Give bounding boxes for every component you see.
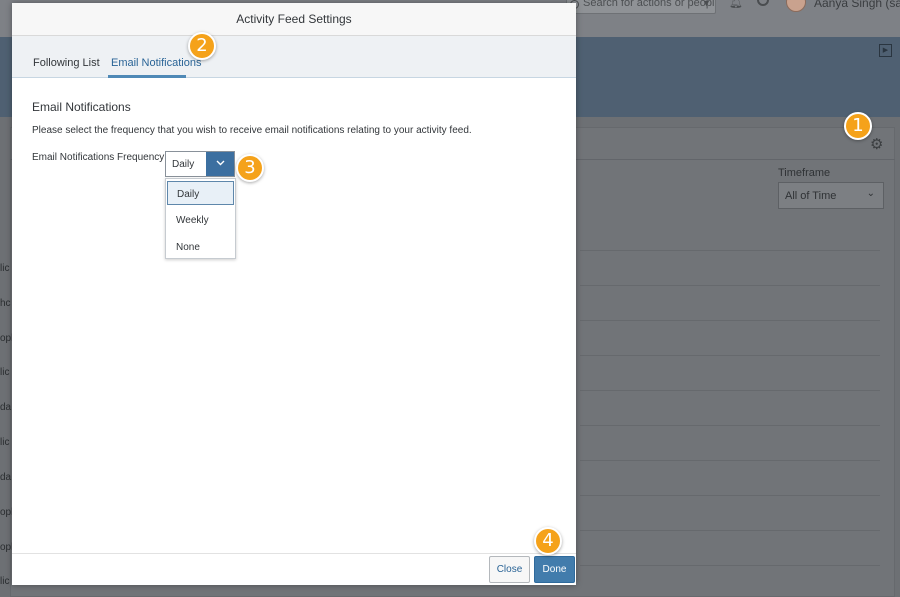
divider: [580, 495, 880, 496]
frequency-option-none[interactable]: None: [167, 235, 234, 259]
section-description: Please select the frequency that you wis…: [32, 125, 472, 136]
divider: [580, 460, 880, 461]
frequency-option-daily[interactable]: Daily: [167, 181, 234, 205]
chevron-down-icon: ⌄: [866, 188, 875, 199]
divider: [580, 320, 880, 321]
frequency-dropdown-list: Daily Weekly None: [165, 178, 236, 259]
tab-following-list[interactable]: Following List: [33, 57, 100, 69]
dialog-title: Activity Feed Settings: [12, 3, 576, 36]
step-marker-4: 4: [534, 527, 562, 555]
section-title: Email Notifications: [32, 100, 131, 114]
divider: [580, 390, 880, 391]
feed-row-fragment: hc: [0, 298, 11, 309]
frequency-option-weekly[interactable]: Weekly: [167, 208, 234, 232]
frequency-select-toggle[interactable]: [206, 152, 234, 176]
user-name[interactable]: Aanya Singh (sadmi: [814, 0, 900, 10]
feed-row-fragment: da: [0, 402, 12, 413]
step-marker-1: 1: [844, 112, 872, 140]
activity-feed-settings-dialog: Activity Feed Settings Following List Em…: [12, 3, 576, 585]
divider: [580, 565, 880, 566]
gear-icon[interactable]: ⚙: [870, 137, 886, 153]
divider: [580, 250, 880, 251]
step-marker-2: 2: [188, 32, 216, 60]
play-icon[interactable]: ▶: [879, 44, 892, 57]
global-search-input[interactable]: Search for actions or people: [566, 0, 716, 14]
done-button[interactable]: Done: [534, 556, 575, 583]
frequency-select[interactable]: Daily: [165, 151, 235, 177]
tab-bar: Following List Email Notifications: [12, 36, 576, 78]
tab-email-notifications[interactable]: Email Notifications: [111, 57, 201, 69]
chevron-down-icon[interactable]: ▼: [702, 0, 714, 10]
bell-icon[interactable]: 🔔︎: [729, 0, 743, 9]
divider: [580, 425, 880, 426]
feed-row-fragment: opl: [0, 507, 12, 518]
step-marker-3: 3: [236, 154, 264, 182]
feed-row-fragment: lic: [0, 576, 10, 587]
feed-row-fragment: da: [0, 472, 12, 483]
dialog-footer: Close Done: [12, 553, 576, 585]
frequency-select-value: Daily: [172, 159, 195, 170]
feed-row-fragment: opl: [0, 333, 12, 344]
timeframe-select[interactable]: All of Time ⌄: [778, 182, 884, 209]
divider: [580, 355, 880, 356]
divider: [580, 285, 880, 286]
frequency-label: Email Notifications Frequency: [32, 152, 165, 163]
divider: [580, 530, 880, 531]
chevron-down-icon: [216, 160, 224, 166]
feed-row-fragment: lic: [0, 263, 10, 274]
feed-row-fragment: lic: [0, 367, 10, 378]
feed-row-fragment: opl: [0, 542, 12, 553]
close-button[interactable]: Close: [489, 556, 530, 583]
active-tab-indicator: [108, 75, 186, 78]
timeframe-label: Timeframe: [778, 167, 831, 179]
feed-row-fragment: lic: [0, 437, 10, 448]
timeframe-value: All of Time: [785, 190, 837, 202]
